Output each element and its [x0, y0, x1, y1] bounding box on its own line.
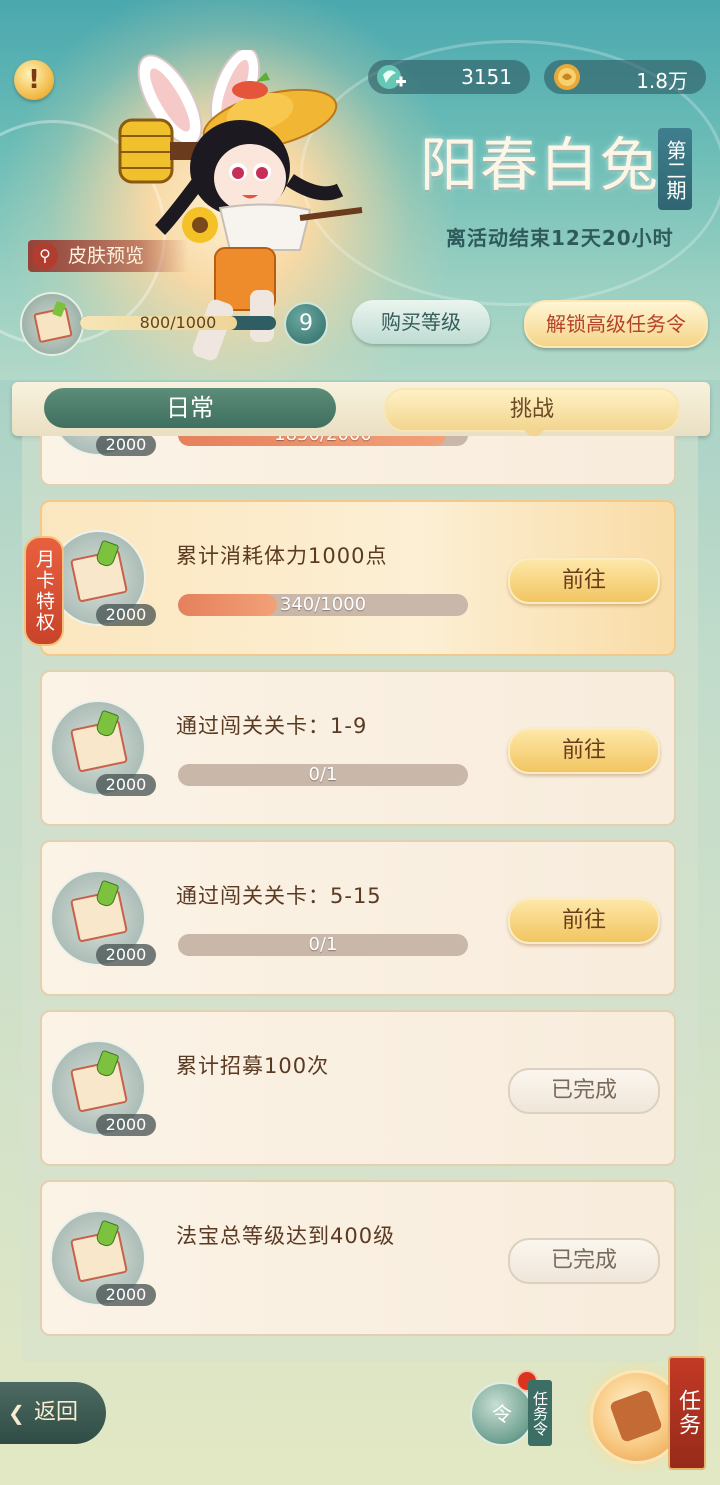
task-tabs: 日常 挑战 — [12, 382, 710, 440]
completed-button: 已完成 — [508, 1068, 660, 1114]
skin-preview-button[interactable]: ⚲ 皮肤预览 — [28, 240, 188, 272]
event-title: 阳春白兔 — [420, 131, 661, 199]
reward-count: 2000 — [96, 1114, 156, 1136]
task-title: 累计招募100次 — [176, 1054, 330, 1078]
gold-currency: 1.8万 — [544, 60, 706, 94]
task-card: 2000 累计消耗体力1000点 340/1000 前往 — [40, 500, 676, 656]
xp-progress-text: 800/1000 — [139, 313, 217, 332]
reward-count: 2000 — [96, 604, 156, 626]
monthly-card-privilege-badge: 月卡特权 — [24, 536, 64, 646]
chevron-left-icon: ❮ — [8, 1401, 25, 1425]
completed-button: 已完成 — [508, 1238, 660, 1284]
event-period-tag: 第二期 — [658, 128, 692, 210]
task-progress-text: 1850/2000 — [178, 436, 468, 446]
task-progress-bar: 0/1 — [178, 764, 468, 786]
gold-currency-value: 1.8万 — [636, 69, 688, 93]
event-countdown: 离活动结束12天20小时 — [446, 226, 674, 250]
go-button[interactable]: 前往 — [508, 898, 660, 944]
task-progress-bar: 340/1000 — [178, 594, 468, 616]
tab-challenge[interactable]: 挑战 — [384, 388, 680, 432]
task-title: 法宝总等级达到400级 — [176, 1224, 396, 1248]
task-list[interactable]: 2000 1850/2000 2000 累计消耗体力1000点 340/1000… — [22, 436, 698, 1362]
task-title: 通过闯关关卡：1-9 — [176, 714, 368, 738]
reward-count: 2000 — [96, 436, 156, 456]
task-card: 2000 通过闯关关卡：5-15 0/1 前往 — [40, 840, 676, 996]
task-card: 2000 法宝总等级达到400级 已完成 — [40, 1180, 676, 1336]
unlock-premium-pass-button[interactable]: 解锁高级任务令 — [524, 300, 708, 348]
notice-icon[interactable]: ! — [14, 60, 54, 100]
reward-count: 2000 — [96, 1284, 156, 1306]
task-progress-bar: 0/1 — [178, 934, 468, 956]
reward-count: 2000 — [96, 774, 156, 796]
task-progress-bar: 1850/2000 — [178, 436, 468, 446]
pass-level-row: 800/1000 9 购买等级 解锁高级任务令 — [20, 292, 720, 356]
ling-currency-value: 3151 — [461, 65, 512, 89]
go-button[interactable]: 前往 — [508, 728, 660, 774]
level-badge: 9 — [284, 302, 328, 346]
go-button[interactable]: 前往 — [508, 558, 660, 604]
task-card: 2000 通过闯关关卡：1-9 0/1 前往 — [40, 670, 676, 826]
magnifier-icon: ⚲ — [32, 243, 58, 269]
back-button[interactable]: ❮ 返回 — [0, 1382, 106, 1444]
task-scroll-icon — [20, 292, 84, 356]
tasks-label: 任务 — [668, 1356, 706, 1470]
task-title: 累计消耗体力1000点 — [176, 544, 388, 568]
tab-daily[interactable]: 日常 — [44, 388, 336, 428]
gold-coin-icon — [554, 64, 580, 90]
task-progress-text: 0/1 — [308, 934, 338, 955]
ling-currency: 3151 — [368, 60, 530, 94]
task-card: 2000 1850/2000 — [40, 436, 676, 486]
scroll-icon — [609, 1389, 663, 1443]
task-title: 通过闯关关卡：5-15 — [176, 884, 382, 908]
skin-preview-label: 皮肤预览 — [68, 245, 145, 267]
buy-level-button[interactable]: 购买等级 — [352, 300, 490, 344]
task-pass-label: 任务令 — [528, 1380, 552, 1446]
ling-currency-icon[interactable] — [374, 61, 408, 93]
reward-count: 2000 — [96, 944, 156, 966]
task-progress-text: 340/1000 — [279, 594, 367, 615]
task-progress-text: 0/1 — [308, 764, 338, 785]
task-card: 2000 累计招募100次 已完成 — [40, 1010, 676, 1166]
event-header: ! 3151 1.8万 阳春白兔 第二期 离活动结束12天20小时 ⚲ 皮肤预览… — [0, 0, 720, 380]
back-label: 返回 — [34, 1400, 79, 1425]
